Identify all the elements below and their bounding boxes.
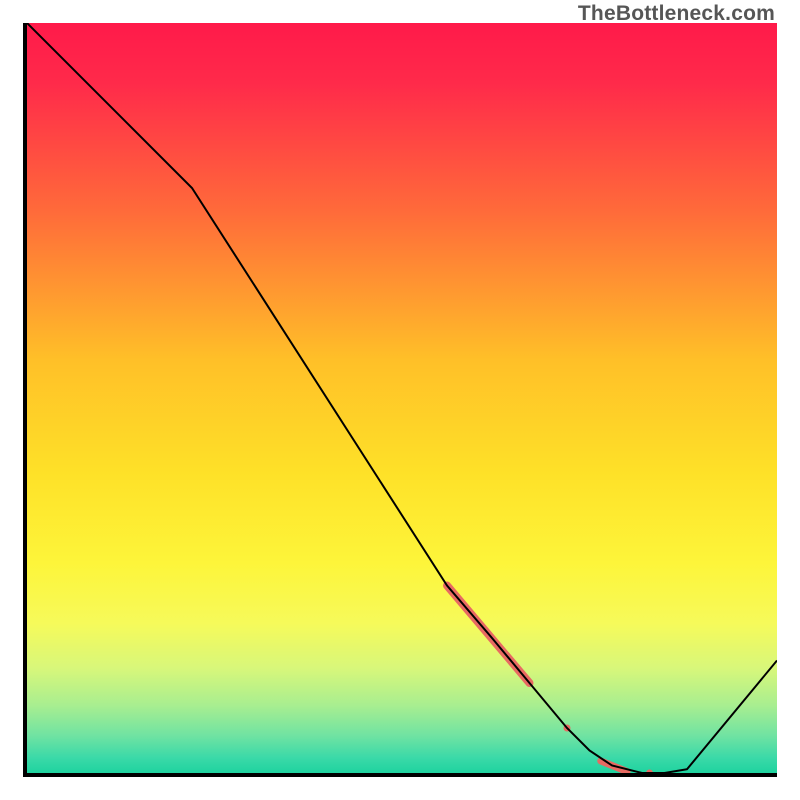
- plot-area: [23, 23, 777, 777]
- gradient-background: [27, 23, 777, 773]
- chart-container: TheBottleneck.com: [0, 0, 800, 800]
